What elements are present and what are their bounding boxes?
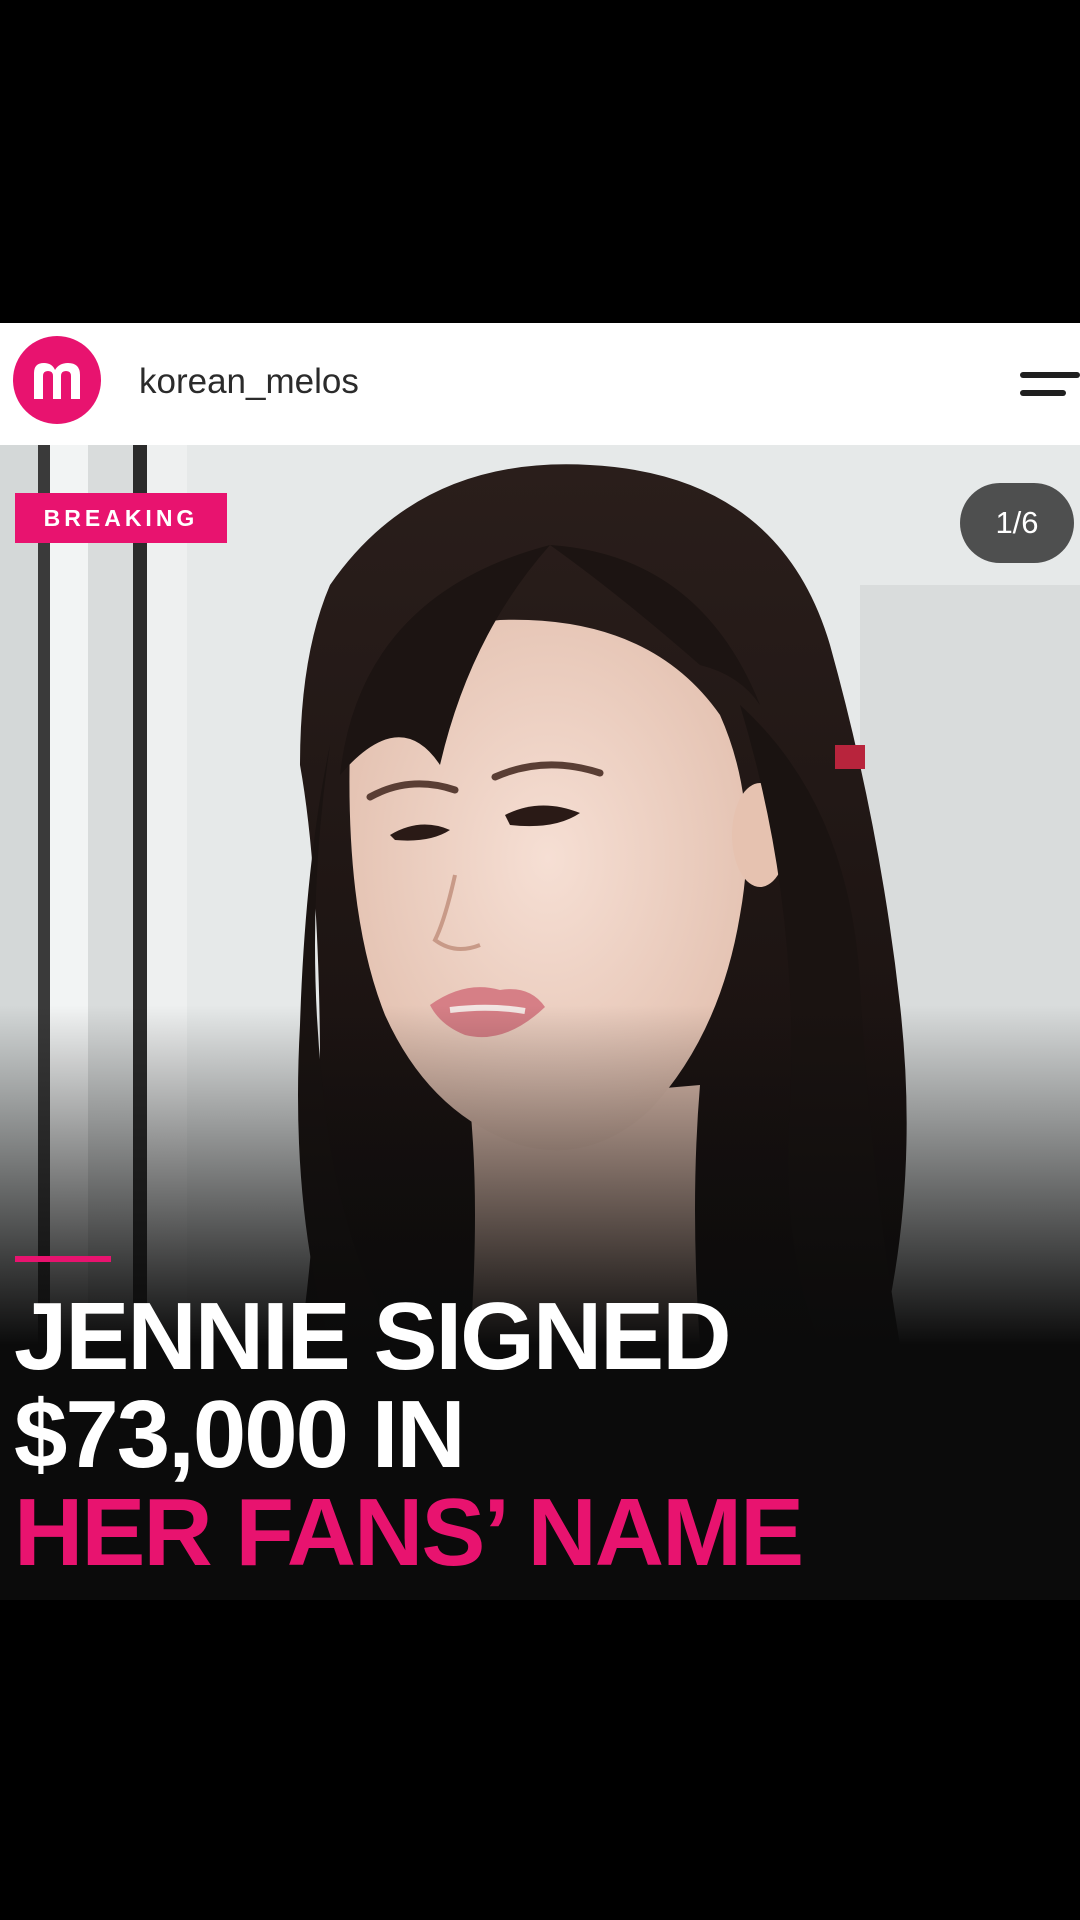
- breaking-badge: BREAKING: [15, 493, 227, 543]
- headline: JENNIE SIGNED $73,000 IN HER FANS’ NAME: [14, 1288, 1064, 1582]
- headline-line-1: JENNIE SIGNED: [14, 1283, 732, 1390]
- avatar[interactable]: [13, 336, 101, 424]
- post-card: korean_melos BREAKING 1/6 JENNIE SIGNED …: [0, 323, 1080, 1600]
- menu-icon-line: [1020, 390, 1066, 396]
- portrait-illustration: [0, 445, 1080, 1345]
- brand-logo-icon: [34, 363, 80, 399]
- accent-divider: [15, 1256, 111, 1262]
- post-photo: [0, 445, 1080, 1345]
- headline-line-3: HER FANS’ NAME: [14, 1479, 804, 1586]
- headline-line-2: $73,000 IN: [14, 1381, 466, 1488]
- menu-button[interactable]: [1018, 356, 1080, 410]
- menu-icon: [1020, 372, 1080, 378]
- screen: korean_melos BREAKING 1/6 JENNIE SIGNED …: [0, 0, 1080, 1920]
- slide-counter: 1/6: [960, 483, 1074, 563]
- post-header: korean_melos: [0, 323, 1080, 445]
- username[interactable]: korean_melos: [139, 361, 359, 403]
